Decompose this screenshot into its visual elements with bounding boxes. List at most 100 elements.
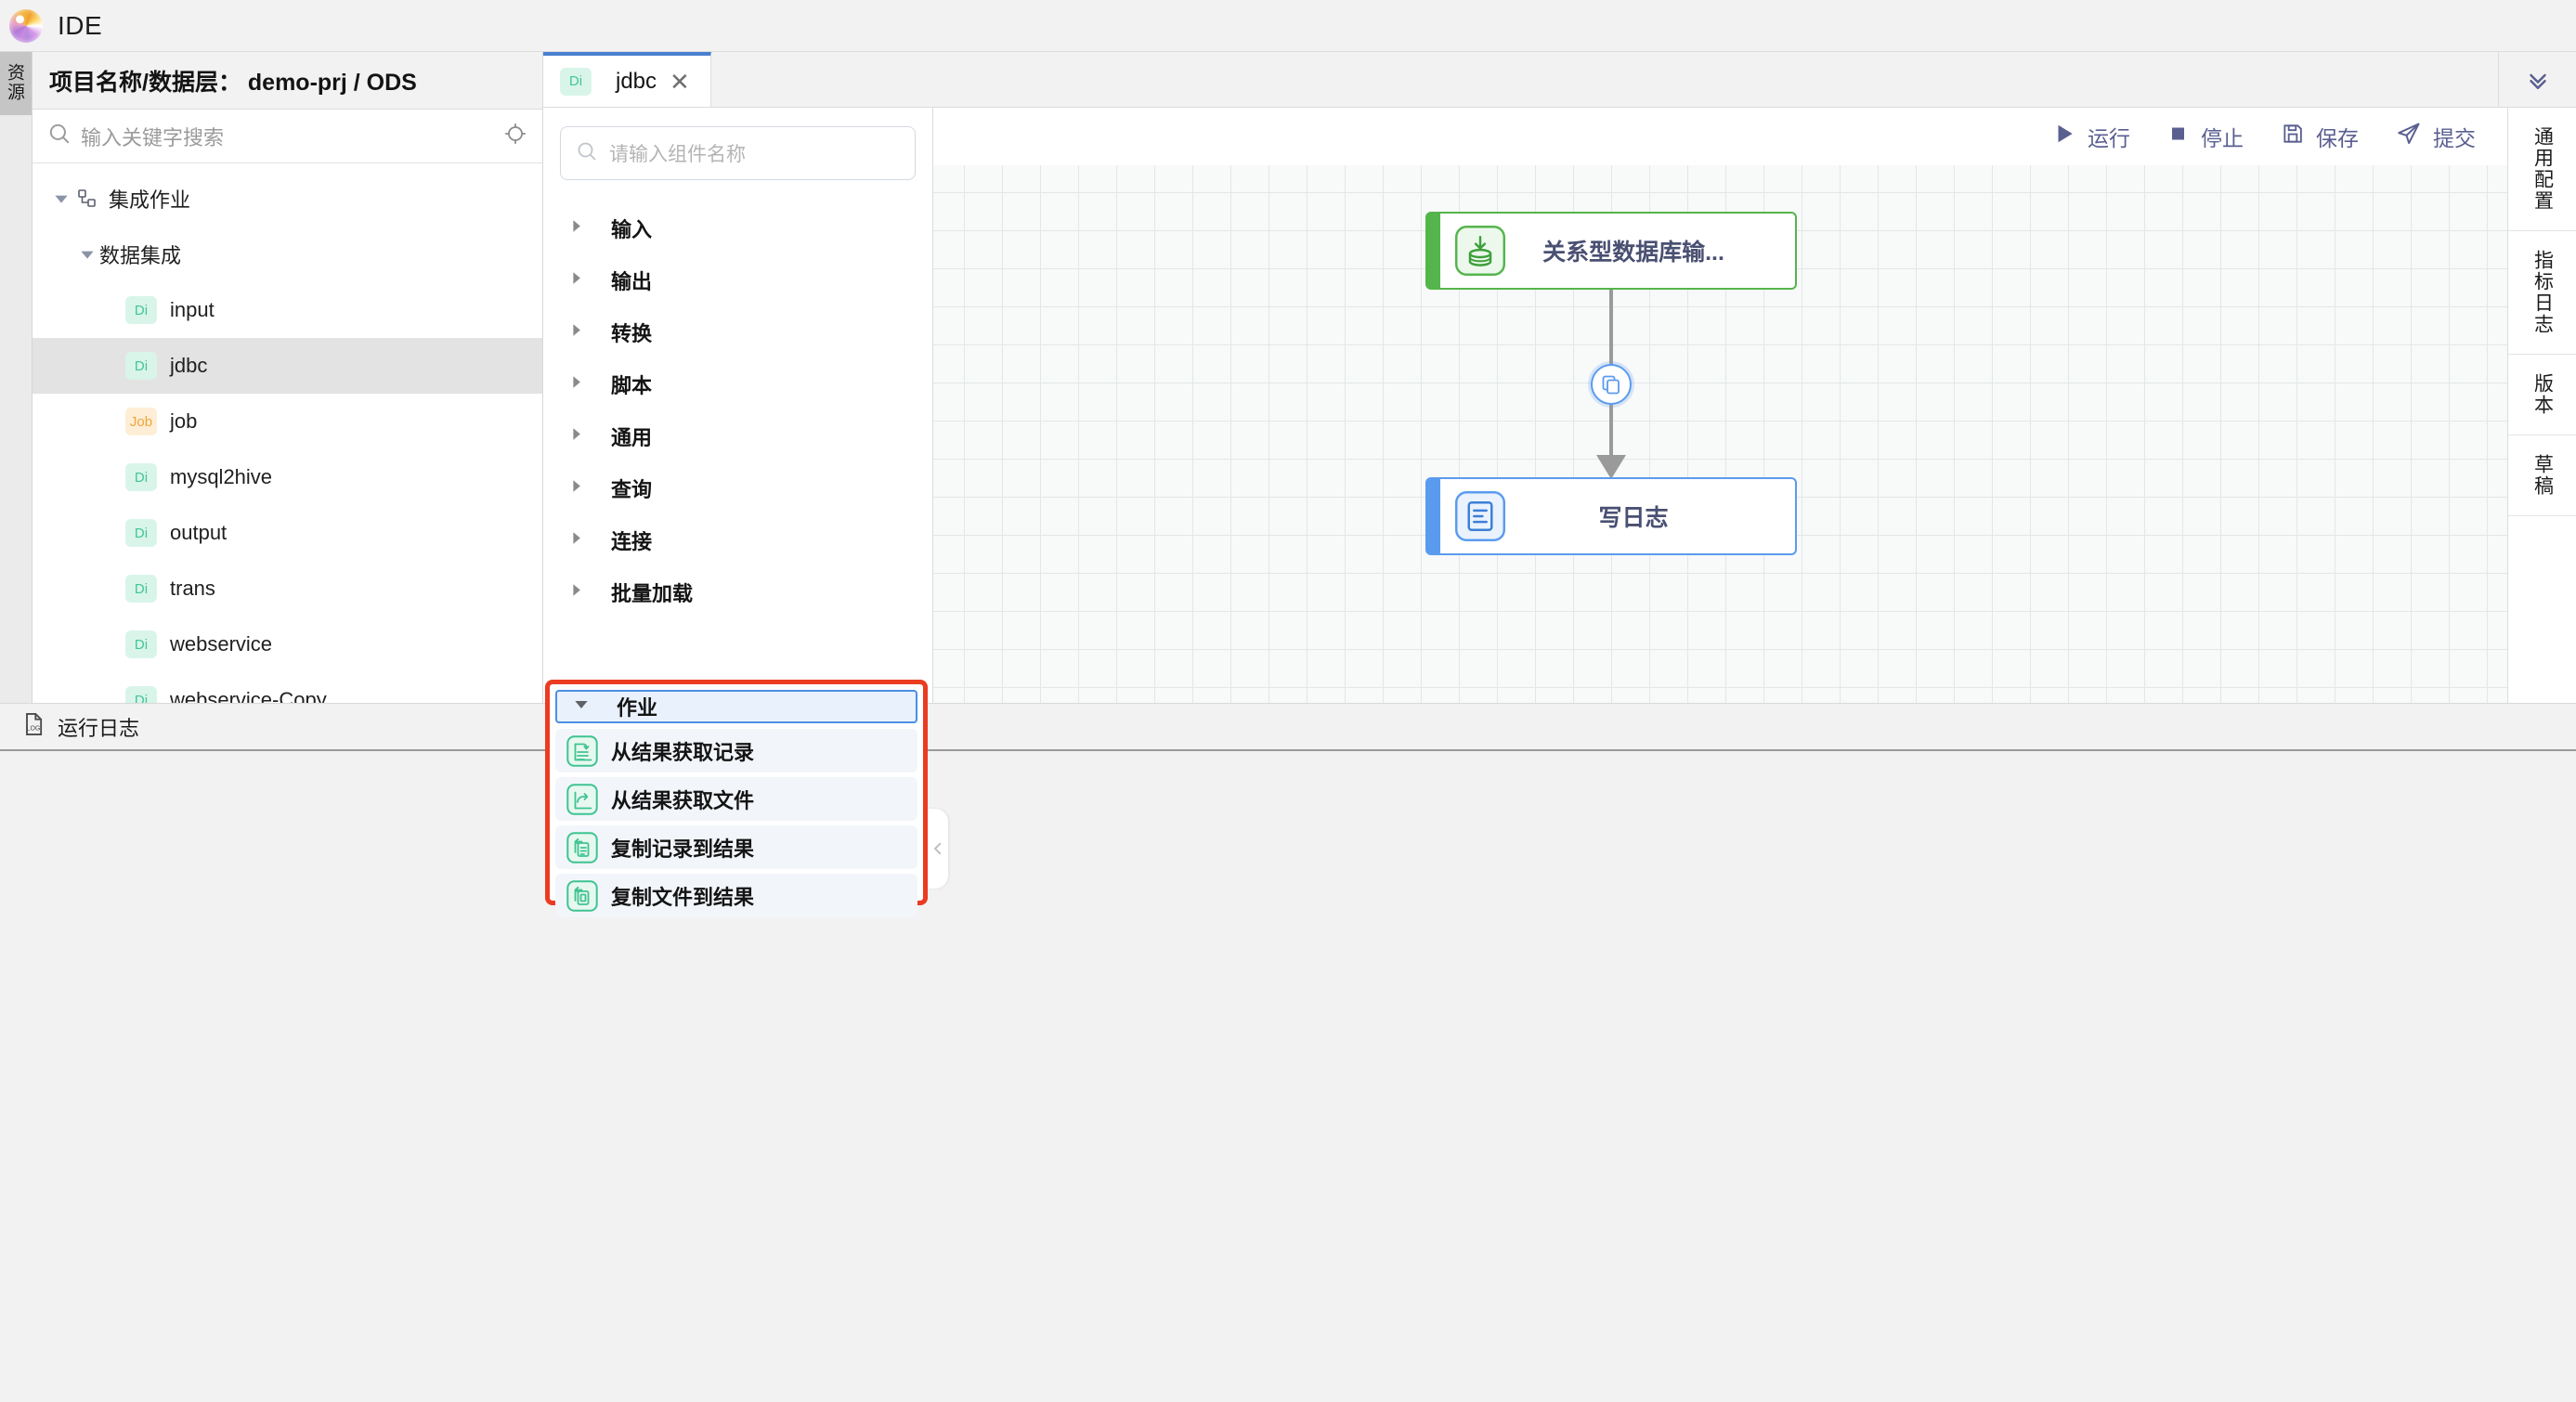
tree-item-output[interactable]: Di output (33, 505, 542, 561)
category-row-job[interactable]: 作业 (555, 690, 917, 723)
project-header-text: 项目名称/数据层： demo-prj / ODS (49, 64, 417, 97)
component-item-复制文件到结果[interactable]: 复制文件到结果 (555, 874, 917, 917)
component-item-label: 从结果获取文件 (611, 785, 754, 814)
component-item-复制记录到结果[interactable]: 复制记录到结果 (555, 825, 917, 869)
category-row-查询[interactable]: 查询 (543, 462, 932, 514)
chevron-right-icon (569, 583, 583, 602)
category-label: 通用 (611, 422, 652, 451)
palette-collapse-handle[interactable] (928, 809, 948, 889)
canvas-toolbar: 运行 停止 保存 提交 (933, 108, 2507, 165)
flow-node-source-title: 关系型数据库输... (1505, 234, 1795, 267)
search-input[interactable]: 输入关键字搜索 (81, 122, 494, 151)
chevron-right-icon (569, 375, 583, 394)
tree-item-mysql2hive[interactable]: Dimysql2hive (33, 449, 542, 505)
database-input-icon (1455, 226, 1505, 276)
resource-tree: 集成作业数据集成DiinputDijdbcJobjobDimysql2hiveD… (33, 163, 542, 703)
editor-tab-label: jdbc (616, 69, 657, 95)
chevron-down-icon[interactable] (75, 247, 99, 262)
toolbar-button-提交[interactable]: 提交 (2396, 121, 2476, 152)
tab-badge-di: Di (560, 68, 592, 96)
flow-node-source[interactable]: 关系型数据库输... (1425, 212, 1797, 290)
right-tab-通用配置[interactable]: 通用配置 (2508, 108, 2576, 231)
component-palette: 请输入组件名称 输入输出转换脚本通用查询连接批量加载 作业 从结果获取记录从结果… (543, 108, 933, 703)
category-label: 批量加载 (611, 578, 693, 607)
tree-item-label: output (170, 521, 227, 545)
category-list: 输入输出转换脚本通用查询连接批量加载 (543, 193, 932, 703)
category-label: 脚本 (611, 370, 652, 399)
toolbar-button-运行[interactable]: 运行 (2052, 121, 2130, 152)
component-item-list: 从结果获取记录从结果获取文件复制记录到结果复制文件到结果 (555, 729, 917, 917)
chevron-down-icon[interactable] (49, 191, 73, 206)
flow-node-sink[interactable]: 写日志 (1425, 477, 1797, 555)
tree-badge-di: Di (125, 352, 157, 380)
category-row-脚本[interactable]: 脚本 (543, 358, 932, 410)
vstrip-tab-resources[interactable]: 资源 (0, 52, 32, 115)
highlighted-job-group: 作业 从结果获取记录从结果获取文件复制记录到结果复制文件到结果 (545, 680, 928, 905)
tree-item-label: 数据集成 (99, 240, 181, 269)
category-row-输入[interactable]: 输入 (543, 202, 932, 254)
crosshair-target-icon[interactable] (503, 122, 527, 150)
svg-text:LOG: LOG (27, 725, 41, 732)
tree-item-webservice[interactable]: Diwebservice (33, 617, 542, 672)
component-item-从结果获取记录[interactable]: 从结果获取记录 (555, 729, 917, 772)
tree-badge-di: Di (125, 575, 157, 603)
run-log-label[interactable]: 运行日志 (58, 712, 139, 742)
flow-edge-upper (1609, 290, 1613, 366)
copy-files-to-result-icon (566, 880, 598, 912)
stop-icon (2167, 123, 2190, 150)
double-chevron-down-icon[interactable] (2498, 52, 2576, 107)
chevron-right-icon (569, 531, 583, 550)
search-icon (47, 122, 72, 150)
tree-item-label: webservice (170, 632, 272, 656)
chevron-right-icon (569, 427, 583, 446)
tree-item-集成作业[interactable]: 集成作业 (33, 171, 542, 227)
bottom-status-bar: LOG 运行日志 (0, 703, 2576, 751)
copy-rows-icon[interactable] (1591, 364, 1632, 405)
editor-tab-jdbc[interactable]: Di jdbc ✕ (543, 52, 711, 107)
category-row-批量加载[interactable]: 批量加载 (543, 566, 932, 618)
right-tab-草稿[interactable]: 草稿 (2508, 435, 2576, 516)
tree-item-label: job (170, 409, 197, 434)
right-tab-指标日志[interactable]: 指标日志 (2508, 231, 2576, 355)
toolbar-button-label: 运行 (2088, 121, 2130, 152)
chevron-right-icon (569, 271, 583, 290)
sidebar-search-row[interactable]: 输入关键字搜索 (33, 110, 542, 163)
tree-item-webservice-Copy[interactable]: Diwebservice-Copy (33, 672, 542, 703)
play-icon (2052, 122, 2076, 151)
category-row-输出[interactable]: 输出 (543, 254, 932, 306)
chevron-down-icon (574, 697, 589, 717)
category-row-转换[interactable]: 转换 (543, 306, 932, 358)
swirl-logo-icon (9, 9, 43, 43)
right-tab-版本[interactable]: 版本 (2508, 355, 2576, 435)
tree-item-jdbc[interactable]: Dijdbc (33, 338, 542, 394)
component-item-从结果获取文件[interactable]: 从结果获取文件 (555, 777, 917, 821)
sitemap-icon (73, 188, 101, 210)
canvas-column: 运行 停止 保存 提交 (933, 108, 2507, 703)
palette-search-box[interactable]: 请输入组件名称 (560, 126, 916, 180)
component-item-label: 复制文件到结果 (611, 881, 754, 911)
tree-badge-di: Di (125, 463, 157, 491)
close-icon[interactable]: ✕ (668, 70, 692, 94)
tree-badge-di: Di (125, 296, 157, 324)
category-row-连接[interactable]: 连接 (543, 514, 932, 566)
component-search-input[interactable]: 请输入组件名称 (609, 139, 746, 167)
toolbar-button-停止[interactable]: 停止 (2167, 121, 2244, 152)
app-topbar: IDE (0, 0, 2576, 52)
work-area: 请输入组件名称 输入输出转换脚本通用查询连接批量加载 作业 从结果获取记录从结果… (543, 108, 2576, 703)
tree-item-job[interactable]: Jobjob (33, 394, 542, 449)
tree-item-input[interactable]: Diinput (33, 282, 542, 338)
toolbar-button-保存[interactable]: 保存 (2281, 121, 2359, 152)
flow-canvas[interactable]: 关系型数据库输... (933, 165, 2507, 703)
project-header: 项目名称/数据层： demo-prj / ODS (33, 52, 542, 110)
tab-bar-spacer (711, 52, 2498, 107)
tree-item-label: jdbc (170, 354, 207, 378)
toolbar-button-label: 提交 (2433, 121, 2476, 152)
tree-badge-di: Di (125, 519, 157, 547)
copy-records-to-result-icon (566, 832, 598, 863)
category-row-通用[interactable]: 通用 (543, 410, 932, 462)
component-item-label: 复制记录到结果 (611, 833, 754, 863)
tree-item-数据集成[interactable]: 数据集成 (33, 227, 542, 282)
tree-item-trans[interactable]: Ditrans (33, 561, 542, 617)
flow-edge-arrowhead (1596, 455, 1626, 479)
category-label: 输入 (611, 214, 652, 243)
